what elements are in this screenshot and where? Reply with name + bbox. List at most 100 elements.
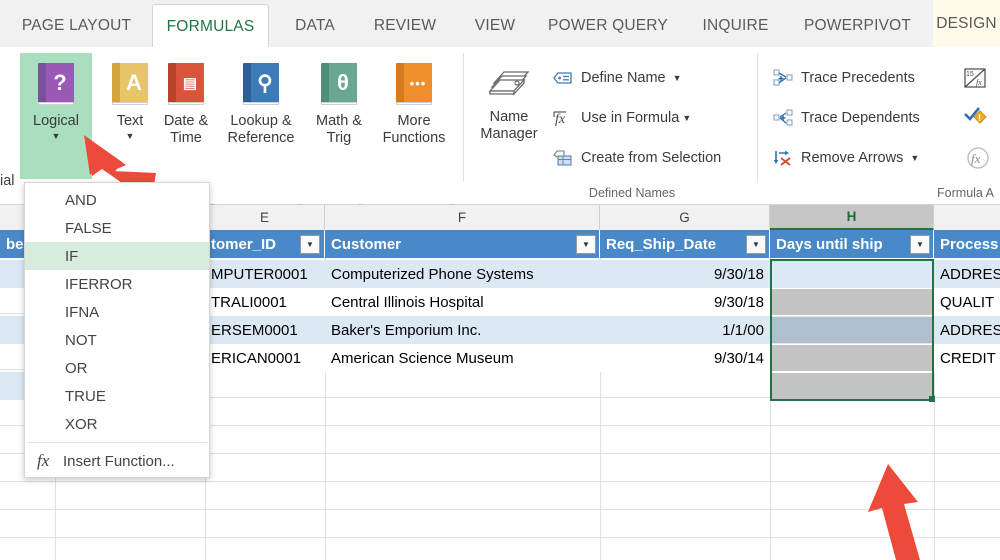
lookup-reference-button[interactable]: ⚲ Lookup & Reference (216, 53, 306, 179)
table-cell-req-ship-date[interactable]: 9/30/18 (600, 260, 770, 288)
table-cell-customer-id[interactable]: TRALI0001 (205, 288, 325, 316)
logical-dropdown-menu[interactable]: AND FALSE IF IFERROR IFNA NOT OR TRUE XO… (24, 182, 210, 478)
tab-review[interactable]: REVIEW (360, 4, 450, 48)
tab-inquire[interactable]: INQUIRE (688, 4, 783, 48)
svg-text:fx: fx (555, 112, 566, 127)
table-header-label: tomer_ID (211, 235, 277, 253)
selected-cell-H6[interactable] (772, 373, 932, 399)
menu-item-insert-function[interactable]: fx Insert Function... (25, 447, 209, 475)
chevron-down-icon[interactable]: ▼ (682, 113, 691, 123)
fx-icon: fx (37, 451, 50, 470)
filter-button-days-until-ship[interactable]: ▼ (910, 235, 930, 254)
selected-cell-H3[interactable] (772, 289, 932, 315)
selected-cell-H2[interactable] (772, 262, 932, 288)
use-in-formula-label: Use in Formula (581, 110, 680, 126)
table-header-label: Customer (331, 235, 402, 253)
filter-button-customer[interactable]: ▼ (576, 235, 596, 254)
menu-item-or[interactable]: OR (25, 354, 209, 382)
table-cell-process[interactable]: CREDIT (934, 344, 1000, 372)
menu-item-label: XOR (65, 415, 98, 433)
remove-arrows-command[interactable]: Remove Arrows ▼ (772, 145, 919, 171)
table-cell-process[interactable]: ADDRES (934, 260, 1000, 288)
tab-power-query[interactable]: POWER QUERY (540, 4, 676, 48)
table-cell-process[interactable]: QUALIT (934, 288, 1000, 316)
trace-dependents-command[interactable]: Trace Dependents (772, 105, 920, 131)
tab-label: DATA (295, 17, 335, 34)
fill-handle[interactable] (929, 396, 935, 402)
column-header-G[interactable]: G (600, 205, 770, 230)
table-cell-customer-id[interactable]: ERICAN0001 (205, 344, 325, 372)
column-header-I[interactable] (934, 205, 1000, 230)
more-functions-label: More Functions (382, 113, 446, 146)
table-cell-customer-id[interactable]: MPUTER0001 (205, 260, 325, 288)
menu-item-label: NOT (65, 331, 97, 349)
table-cell-customer[interactable]: Computerized Phone Systems (325, 260, 600, 288)
menu-item-and[interactable]: AND (25, 186, 209, 214)
cell-value: CREDIT (940, 349, 996, 367)
menu-item-true[interactable]: TRUE (25, 382, 209, 410)
tab-design[interactable]: DESIGN (933, 0, 1000, 48)
menu-item-xor[interactable]: XOR (25, 410, 209, 438)
column-letter: H (846, 209, 857, 224)
table-cell-customer[interactable]: American Science Museum (325, 344, 600, 372)
show-formulas-icon[interactable]: 15 fx (963, 67, 987, 94)
table-cell-req-ship-date[interactable]: 9/30/14 (600, 344, 770, 372)
math-trig-label: Math & Trig (316, 113, 362, 146)
define-name-command[interactable]: Define Name ▼ (552, 65, 682, 91)
chevron-down-icon[interactable]: ▼ (52, 132, 61, 141)
tab-data[interactable]: DATA (281, 4, 349, 48)
cell-value: 9/30/14 (713, 349, 764, 367)
trace-precedents-command[interactable]: Trace Precedents (772, 65, 915, 91)
tab-powerpivot[interactable]: POWERPIVOT (794, 4, 921, 48)
tab-page-layout[interactable]: PAGE LAYOUT (10, 4, 143, 48)
table-cell-customer[interactable]: Central Illinois Hospital (325, 288, 600, 316)
table-header-process-partial[interactable]: Process (934, 230, 1000, 258)
column-header-F[interactable]: F (325, 205, 600, 230)
group-divider (757, 53, 758, 181)
table-cell-process[interactable]: ADDRES (934, 316, 1000, 344)
cell-value: 1/1/00 (722, 321, 764, 339)
error-checking-icon[interactable]: ! (963, 107, 989, 134)
formula-auditing-group-label: Formula A (937, 186, 994, 200)
menu-item-not[interactable]: NOT (25, 326, 209, 354)
filter-button-customer-id[interactable]: ▼ (300, 235, 320, 254)
selected-cell-H5[interactable] (772, 345, 932, 371)
menu-divider (27, 442, 207, 443)
ribbon-tabstrip: PAGE LAYOUT FORMULAS DATA REVIEW VIEW PO… (0, 0, 1000, 49)
cell-value: QUALIT (940, 293, 995, 311)
table-header-customer[interactable]: Customer (325, 230, 600, 258)
math-trig-button[interactable]: θ Math & Trig (308, 53, 370, 179)
chevron-down-icon[interactable]: ▼ (910, 153, 919, 163)
column-letter: F (457, 210, 467, 225)
table-cell-customer[interactable]: Baker's Emporium Inc. (325, 316, 600, 344)
trace-dependents-label: Trace Dependents (801, 110, 920, 126)
tab-view[interactable]: VIEW (462, 4, 528, 48)
cell-value: Computerized Phone Systems (331, 265, 534, 283)
chevron-down-icon[interactable]: ▼ (673, 73, 682, 83)
menu-item-label: IF (65, 247, 79, 265)
use-in-formula-command[interactable]: fx Use in Formula ▼ (552, 105, 691, 131)
tab-label: POWER QUERY (548, 17, 668, 34)
filter-button-req-ship-date[interactable]: ▼ (746, 235, 766, 254)
more-functions-button[interactable]: ••• More Functions (372, 53, 456, 179)
column-header-H[interactable]: H (770, 205, 934, 230)
evaluate-formula-icon[interactable]: fx (966, 147, 990, 174)
tab-label: PAGE LAYOUT (21, 17, 132, 34)
menu-item-iferror[interactable]: IFERROR (25, 270, 209, 298)
excel-window: PAGE LAYOUT FORMULAS DATA REVIEW VIEW PO… (0, 0, 1000, 560)
menu-item-false[interactable]: FALSE (25, 214, 209, 242)
tab-formulas[interactable]: FORMULAS (152, 4, 269, 49)
calendar-book-icon: ▤ (164, 61, 208, 105)
table-cell-req-ship-date[interactable]: 1/1/00 (600, 316, 770, 344)
selected-cell-H4[interactable] (772, 317, 932, 343)
create-from-selection-command[interactable]: Create from Selection (552, 145, 721, 171)
name-manager-button[interactable]: Name Manager (472, 53, 546, 179)
table-cell-req-ship-date[interactable]: 9/30/18 (600, 288, 770, 316)
cell-value: Central Illinois Hospital (331, 293, 484, 311)
menu-item-if[interactable]: IF (25, 242, 209, 270)
table-cell-customer-id[interactable]: ERSEM0001 (205, 316, 325, 344)
name-manager-label: Name Manager (480, 109, 538, 142)
define-name-icon (552, 68, 574, 88)
menu-item-ifna[interactable]: IFNA (25, 298, 209, 326)
table-header-req-ship-date[interactable]: Req_Ship_Date (600, 230, 770, 258)
